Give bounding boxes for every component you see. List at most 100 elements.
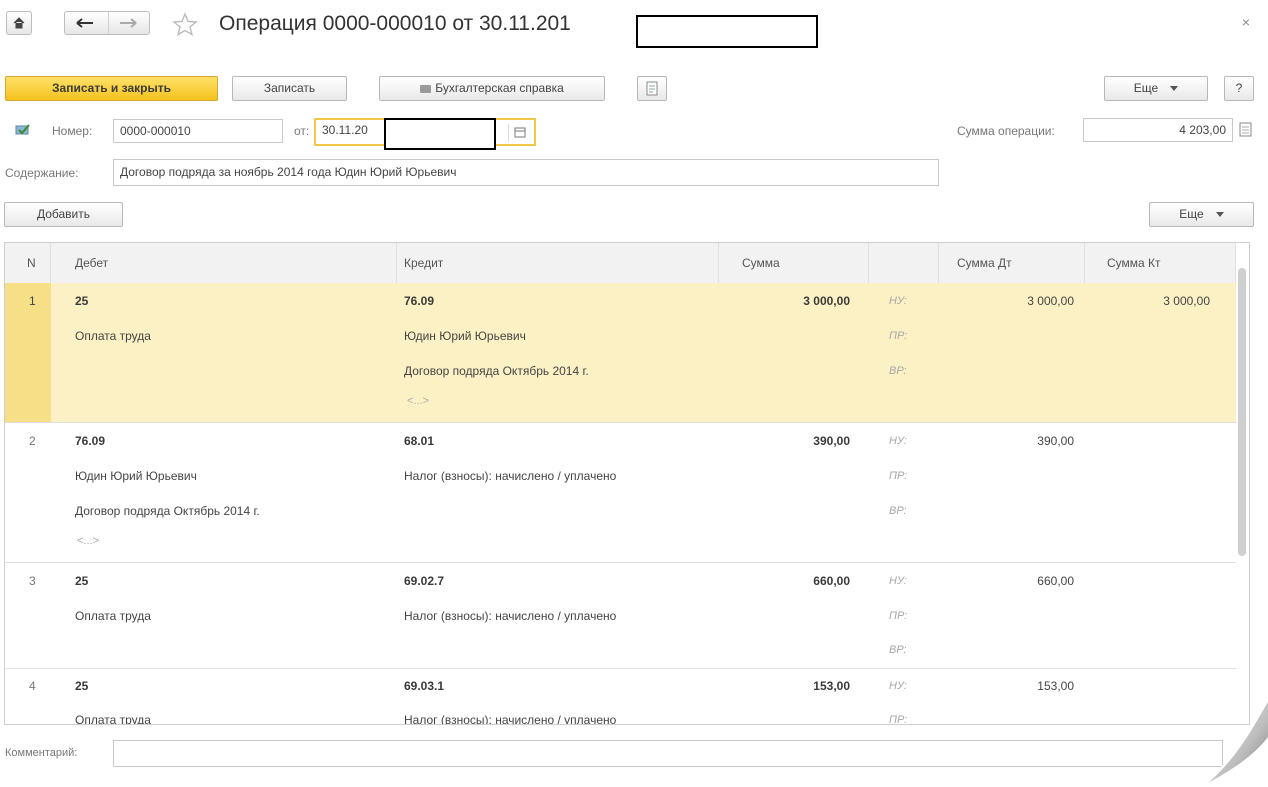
credit-account[interactable]: 69.02.7: [404, 574, 444, 588]
sum-kt-value[interactable]: 3 000,00: [1163, 294, 1210, 308]
more-label: Еще: [1133, 81, 1159, 95]
debit-subconto-1[interactable]: Юдин Юрий Юрьевич: [75, 469, 197, 483]
reg-vr-label: ВР:: [889, 505, 907, 517]
column-header-sum-kt[interactable]: Сумма Кт: [1085, 243, 1236, 283]
debit-subconto-2[interactable]: Договор подряда Октябрь 2014 г.: [75, 504, 260, 518]
debit-account[interactable]: 25: [75, 679, 88, 693]
row-number: 2: [29, 434, 36, 448]
reg-nu-label: НУ:: [889, 295, 907, 307]
credit-subconto-1[interactable]: Налог (взносы): начислено / уплачено: [404, 713, 616, 724]
debit-account[interactable]: 76.09: [75, 434, 105, 448]
document-icon: [646, 81, 658, 96]
date-value: 30.11.20: [322, 123, 368, 137]
chevron-down-icon: [1215, 212, 1224, 218]
column-header-debit[interactable]: Дебет: [51, 243, 397, 283]
page-curl-decoration: [1198, 697, 1268, 787]
row-number: 1: [29, 294, 36, 308]
table-more-button[interactable]: Еще: [1149, 202, 1254, 227]
content-label: Содержание:: [5, 166, 79, 180]
home-icon: [13, 17, 25, 29]
favorite-star-icon[interactable]: [172, 12, 198, 39]
reg-pr-label: ПР:: [889, 470, 908, 482]
debit-subconto-1[interactable]: Оплата труда: [75, 609, 151, 623]
save-and-close-button[interactable]: Записать и закрыть: [5, 76, 218, 101]
table-row[interactable]: 3 25 Оплата труда 69.02.7 Налог (взносы)…: [5, 563, 1236, 669]
sum-value[interactable]: 3 000,00: [803, 294, 850, 308]
document-icon-button[interactable]: [637, 76, 667, 101]
chevron-down-icon: [1170, 86, 1179, 92]
debit-account[interactable]: 25: [75, 574, 88, 588]
reg-pr-label: ПР:: [889, 330, 908, 342]
credit-subconto-1[interactable]: Налог (взносы): начислено / уплачено: [404, 469, 616, 483]
debit-account[interactable]: 25: [75, 294, 88, 308]
debit-subconto-1[interactable]: Оплата труда: [75, 329, 151, 343]
credit-account[interactable]: 69.03.1: [404, 679, 444, 693]
redaction-box-date: [384, 118, 496, 150]
sum-value[interactable]: 390,00: [813, 434, 850, 448]
credit-account[interactable]: 76.09: [404, 294, 434, 308]
row-number: 4: [29, 679, 36, 693]
content-field[interactable]: Договор подряда за ноябрь 2014 года Юдин…: [113, 159, 939, 186]
sum-value[interactable]: 660,00: [813, 574, 850, 588]
calculator-icon[interactable]: [1236, 121, 1256, 142]
save-button[interactable]: Записать: [232, 76, 347, 101]
reg-nu-label: НУ:: [889, 575, 907, 587]
credit-subconto-1[interactable]: Юдин Юрий Юрьевич: [404, 329, 526, 343]
column-header-sum[interactable]: Сумма: [719, 243, 869, 283]
comment-field[interactable]: [113, 740, 1223, 767]
operation-sum-field[interactable]: 4 203,00: [1083, 118, 1233, 142]
row-number: 3: [29, 574, 36, 588]
sum-dt-value[interactable]: 3 000,00: [1027, 294, 1074, 308]
more-button[interactable]: Еще: [1104, 76, 1208, 101]
credit-account[interactable]: 68.01: [404, 434, 434, 448]
sum-value[interactable]: 153,00: [813, 679, 850, 693]
credit-subconto-2[interactable]: Договор подряда Октябрь 2014 г.: [404, 364, 589, 378]
forward-button[interactable]: [108, 12, 150, 34]
column-header-register[interactable]: [869, 243, 939, 283]
arrow-left-icon: [76, 18, 93, 28]
sum-dt-value[interactable]: 153,00: [1037, 679, 1074, 693]
calendar-icon[interactable]: [508, 124, 531, 142]
redaction-box: [636, 15, 818, 48]
accounting-report-button[interactable]: Бухгалтерская справка: [379, 76, 605, 101]
debit-subconto-1[interactable]: Оплата труда: [75, 713, 151, 724]
table-header: N Дебет Кредит Сумма Сумма Дт Сумма Кт: [5, 243, 1236, 284]
add-button[interactable]: Добавить: [4, 202, 123, 227]
operation-sum-value: 4 203,00: [1179, 123, 1226, 137]
column-header-sum-dt[interactable]: Сумма Дт: [939, 243, 1085, 283]
arrow-right-icon: [120, 18, 137, 28]
debit-subconto-empty[interactable]: <...>: [77, 535, 99, 547]
help-button[interactable]: ?: [1224, 76, 1254, 101]
row-number-cell: [5, 283, 51, 422]
reg-vr-label: ВР:: [889, 644, 907, 656]
reg-nu-label: НУ:: [889, 680, 907, 692]
nav-buttons: [64, 11, 150, 35]
vertical-scrollbar[interactable]: [1238, 268, 1246, 556]
back-button[interactable]: [65, 12, 109, 34]
date-label: от:: [294, 124, 310, 138]
operation-sum-label: Сумма операции:: [957, 124, 1055, 138]
home-button[interactable]: [6, 11, 32, 35]
sum-dt-value[interactable]: 660,00: [1037, 574, 1074, 588]
column-header-credit[interactable]: Кредит: [397, 243, 719, 283]
reg-nu-label: НУ:: [889, 435, 907, 447]
reg-pr-label: ПР:: [889, 714, 908, 725]
close-icon[interactable]: ×: [1242, 14, 1250, 30]
number-field[interactable]: 0000-000010: [113, 119, 283, 143]
report-icon: [420, 84, 432, 93]
column-header-n[interactable]: N: [5, 243, 51, 283]
table-row[interactable]: 2 76.09 Юдин Юрий Юрьевич Договор подряд…: [5, 423, 1236, 563]
table-row[interactable]: 4 25 Оплата труда 69.03.1 Налог (взносы)…: [5, 669, 1236, 725]
entries-table[interactable]: N Дебет Кредит Сумма Сумма Дт Сумма Кт 1…: [4, 242, 1250, 725]
page-title: Операция 0000-000010 от 30.11.201: [219, 12, 571, 35]
credit-subconto-1[interactable]: Налог (взносы): начислено / уплачено: [404, 609, 616, 623]
comment-label: Комментарий:: [5, 747, 78, 759]
credit-subconto-empty[interactable]: <...>: [407, 395, 429, 407]
posted-status-icon: [14, 121, 34, 140]
reg-vr-label: ВР:: [889, 365, 907, 377]
table-more-label: Еще: [1179, 207, 1204, 221]
number-label: Номер:: [52, 124, 93, 138]
reg-pr-label: ПР:: [889, 610, 908, 622]
sum-dt-value[interactable]: 390,00: [1037, 434, 1074, 448]
table-row[interactable]: 1 25 Оплата труда 76.09 Юдин Юрий Юрьеви…: [5, 283, 1236, 423]
